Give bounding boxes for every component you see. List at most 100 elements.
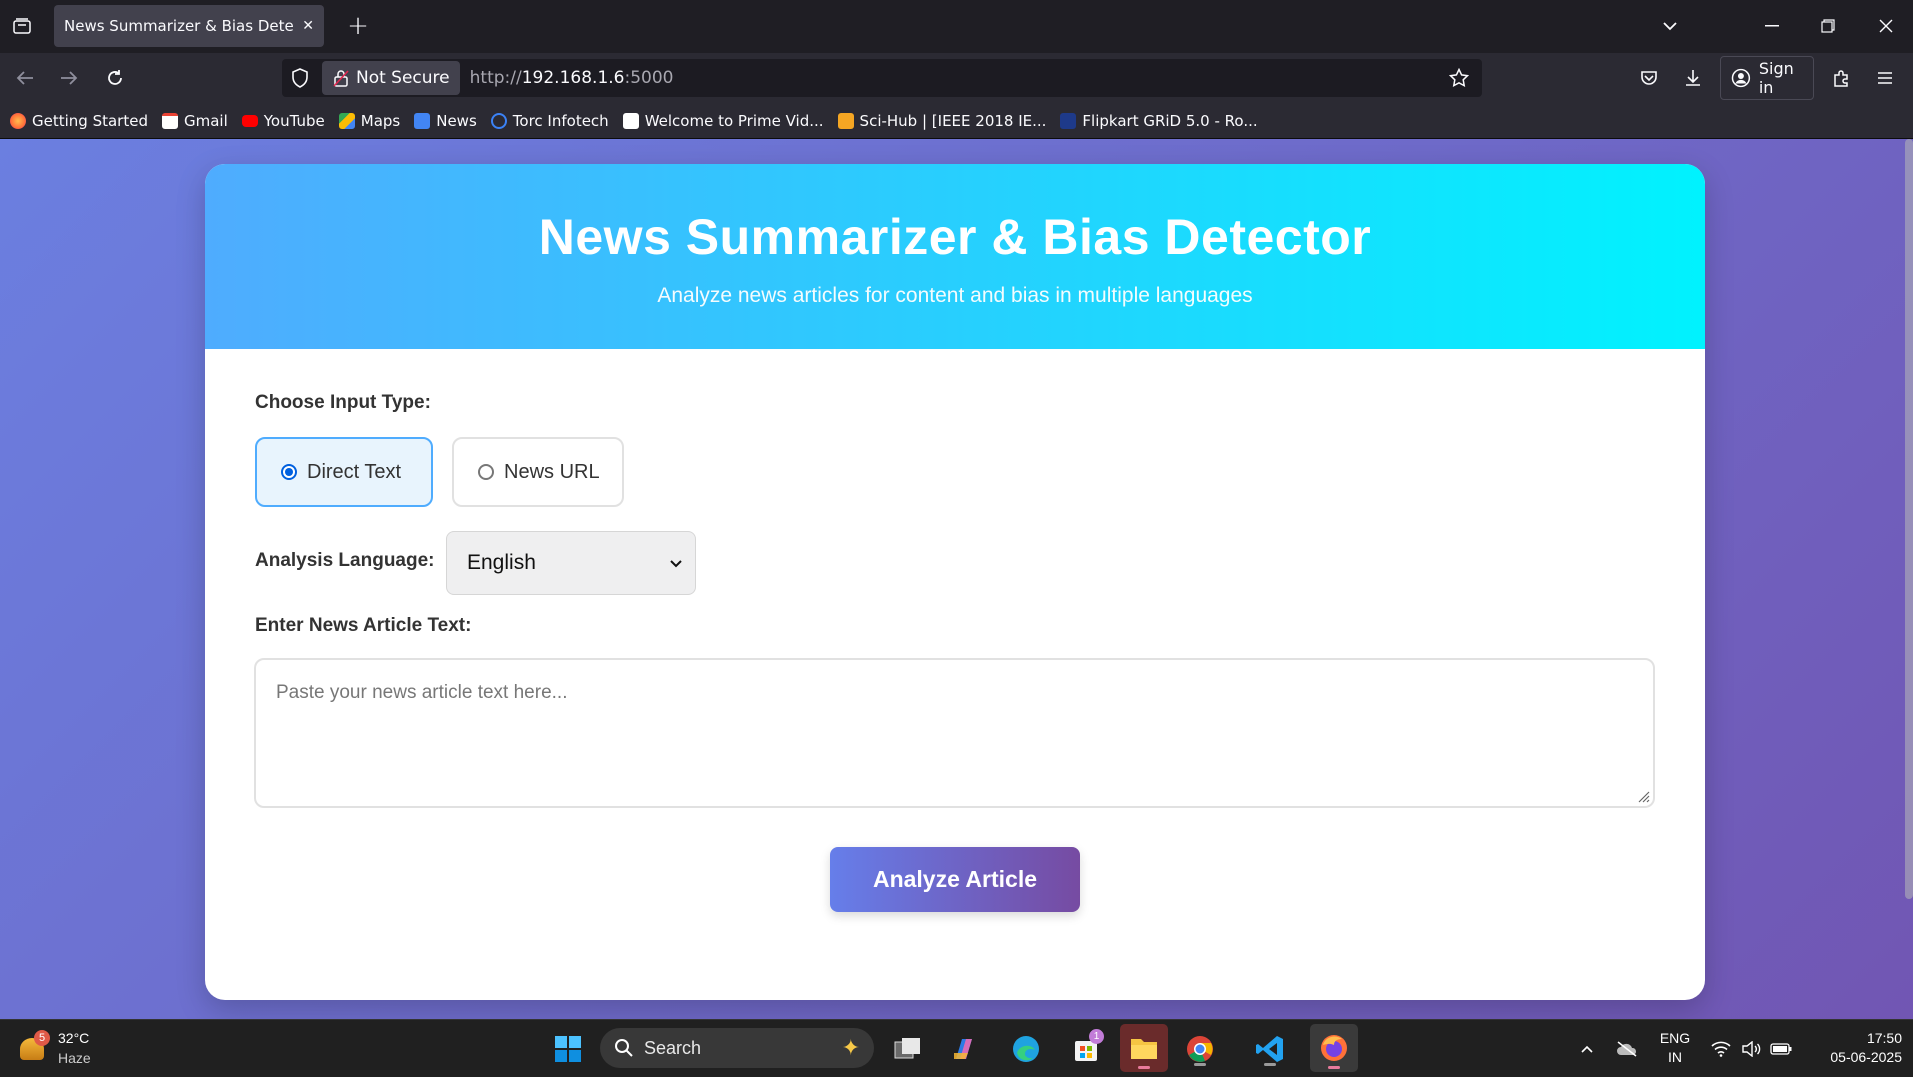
chrome-icon[interactable] xyxy=(1180,1029,1220,1069)
reload-icon[interactable] xyxy=(96,59,134,97)
page-subtitle: Analyze news articles for content and bi… xyxy=(657,284,1253,307)
tab-overview-icon[interactable] xyxy=(4,8,40,44)
bookmark-gmail[interactable]: Gmail xyxy=(161,111,228,130)
bookmark-label: Sci-Hub | [IEEE 2018 IE... xyxy=(859,111,1047,130)
tracking-protection-shield-icon[interactable] xyxy=(290,68,310,88)
bookmark-label: News xyxy=(436,111,477,130)
show-hidden-icons-chevron-icon[interactable] xyxy=(1574,1030,1600,1068)
analysis-language-label: Analysis Language: xyxy=(255,550,435,571)
copilot-icon[interactable] xyxy=(944,1029,984,1069)
close-window-icon[interactable] xyxy=(1866,8,1906,44)
search-label: Search xyxy=(644,1037,702,1058)
start-windows-icon[interactable] xyxy=(548,1029,588,1069)
chevron-down-icon xyxy=(670,559,682,567)
page-scrollbar[interactable] xyxy=(1905,139,1913,899)
resize-grip-icon[interactable] xyxy=(1636,789,1650,803)
page-viewport: News Summarizer & Bias Detector Analyze … xyxy=(0,139,1913,1019)
bookmark-label: Welcome to Prime Vid... xyxy=(644,111,824,130)
task-view-icon[interactable] xyxy=(888,1029,928,1069)
app-menu-hamburger-icon[interactable] xyxy=(1866,59,1904,97)
article-text-label: Enter News Article Text: xyxy=(255,615,472,636)
clock-date: 05-06-2025 xyxy=(1830,1049,1902,1065)
browser-tab-bar: News Summarizer & Bias Detector ✕ + xyxy=(0,0,1913,53)
bookmark-label: Maps xyxy=(360,111,401,130)
file-explorer-icon[interactable] xyxy=(1120,1024,1168,1072)
weather-desc: Haze xyxy=(58,1050,91,1066)
sign-in-button[interactable]: Sign in xyxy=(1720,56,1814,100)
bookmark-news[interactable]: News xyxy=(414,112,477,130)
app-header: News Summarizer & Bias Detector Analyze … xyxy=(205,164,1705,349)
bookmark-star-icon[interactable] xyxy=(1448,67,1470,89)
radio-unselected-icon[interactable] xyxy=(478,464,494,480)
bookmark-getting-started[interactable]: Getting Started xyxy=(10,112,148,130)
amazon-icon xyxy=(622,112,639,129)
bookmark-label: Getting Started xyxy=(32,111,148,130)
active-tab[interactable]: News Summarizer & Bias Detector ✕ xyxy=(54,5,324,47)
url-scheme: http:// xyxy=(469,68,522,88)
clock[interactable]: 17:50 05-06-2025 xyxy=(1802,1029,1902,1067)
news-url-option[interactable]: News URL xyxy=(452,437,624,507)
forward-arrow-icon[interactable] xyxy=(50,59,88,97)
language-line2: IN xyxy=(1668,1049,1682,1065)
bookmarks-toolbar: Getting Started Gmail YouTube Maps News … xyxy=(0,103,1913,139)
site-security-button[interactable]: Not Secure xyxy=(322,61,460,95)
pocket-icon[interactable] xyxy=(1630,59,1668,97)
torc-icon xyxy=(490,112,507,129)
input-language-indicator[interactable]: ENG IN xyxy=(1655,1029,1695,1067)
youtube-icon xyxy=(241,114,258,127)
bookmark-label: Torc Infotech xyxy=(512,111,609,130)
firefox-taskbar-icon[interactable] xyxy=(1310,1024,1358,1072)
restore-icon[interactable] xyxy=(1808,8,1848,44)
news-url-label: News URL xyxy=(504,460,600,483)
address-bar[interactable]: Not Secure http://192.168.1.6:5000 xyxy=(282,59,1482,97)
running-indicator xyxy=(1264,1063,1276,1066)
close-tab-icon[interactable]: ✕ xyxy=(302,18,314,34)
gmail-icon xyxy=(161,112,178,129)
wifi-icon[interactable] xyxy=(1708,1030,1734,1068)
back-arrow-icon[interactable] xyxy=(6,59,44,97)
news-icon xyxy=(414,112,431,129)
minimize-icon[interactable] xyxy=(1752,8,1792,44)
direct-text-option[interactable]: Direct Text xyxy=(255,437,433,507)
bookmark-sci-hub[interactable]: Sci-Hub | [IEEE 2018 IE... xyxy=(837,111,1047,130)
page-title: News Summarizer & Bias Detector xyxy=(538,209,1372,265)
clock-time: 17:50 xyxy=(1866,1030,1902,1046)
bookmark-label: Gmail xyxy=(183,111,228,130)
downloads-icon[interactable] xyxy=(1674,59,1712,97)
bookmark-label: YouTube xyxy=(263,111,325,130)
input-type-label: Choose Input Type: xyxy=(255,392,431,413)
edge-browser-icon[interactable] xyxy=(1006,1029,1046,1069)
bookmark-maps[interactable]: Maps xyxy=(338,111,401,130)
bookmark-prime-video[interactable]: Welcome to Prime Vid... xyxy=(622,111,824,130)
language-select-value: English xyxy=(467,551,536,574)
battery-icon[interactable] xyxy=(1768,1030,1794,1068)
radio-selected-icon[interactable] xyxy=(281,464,297,480)
unstop-icon xyxy=(1060,112,1077,129)
running-indicator xyxy=(1138,1066,1150,1069)
bookmark-flipkart-grid[interactable]: Flipkart GRiD 5.0 - Ro... xyxy=(1060,112,1258,130)
volume-icon[interactable] xyxy=(1738,1030,1764,1068)
bookmark-youtube[interactable]: YouTube xyxy=(241,111,325,130)
windows-taskbar: 5 32°C Haze Search ✦ 1 ENG IN 17:50 05-0… xyxy=(0,1019,1913,1077)
analyze-article-button[interactable]: Analyze Article xyxy=(830,847,1080,912)
maps-icon xyxy=(338,112,355,129)
article-textarea[interactable]: Paste your news article text here... xyxy=(254,658,1655,808)
weather-badge: 5 xyxy=(34,1030,50,1046)
bookmark-torc-infotech[interactable]: Torc Infotech xyxy=(490,111,609,130)
onedrive-offline-icon[interactable] xyxy=(1612,1030,1642,1068)
vscode-icon[interactable] xyxy=(1250,1029,1290,1069)
weather-widget[interactable]: 5 32°C Haze xyxy=(16,1028,106,1070)
microsoft-store-icon[interactable]: 1 xyxy=(1066,1029,1106,1069)
weather-temp: 32°C xyxy=(58,1030,90,1046)
language-line1: ENG xyxy=(1659,1030,1691,1046)
language-select[interactable]: English xyxy=(446,531,696,595)
not-secure-label: Not Secure xyxy=(356,68,450,88)
new-tab-button[interactable]: + xyxy=(340,8,376,44)
list-tabs-chevron-icon[interactable] xyxy=(1652,8,1688,44)
direct-text-label: Direct Text xyxy=(307,460,402,483)
taskbar-search[interactable]: Search ✦ xyxy=(600,1028,874,1068)
url-text[interactable]: http://192.168.1.6:5000 xyxy=(470,68,674,88)
sci-hub-icon xyxy=(837,112,854,129)
extensions-puzzle-icon[interactable] xyxy=(1822,59,1860,97)
textarea-placeholder: Paste your news article text here... xyxy=(276,682,568,703)
